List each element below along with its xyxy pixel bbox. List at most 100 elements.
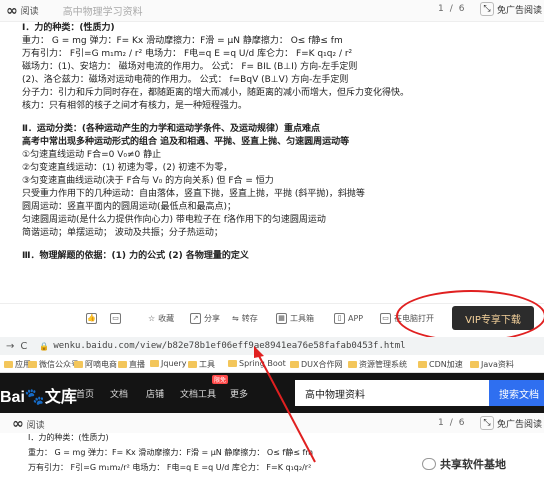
toolbox-icon: ▦ bbox=[276, 313, 287, 324]
watermark-text: 共享软件基地 bbox=[440, 458, 506, 471]
document-content: Ⅰ．力的种类：(性质力) 重力： G = mg 弹力：F= Kx 滑动摩擦力：F滑… bbox=[22, 22, 522, 263]
toolbox-label: 工具箱 bbox=[290, 314, 314, 323]
bookmark-label: 微信公众号 bbox=[39, 360, 79, 369]
doc-line: 核力：只有相邻的核子之间才有核力，是一种短程强力。 bbox=[22, 101, 248, 111]
open-on-pc-button[interactable]: ▭ 在电脑打开 bbox=[380, 313, 434, 324]
bookmark-item[interactable]: 微信公众号 bbox=[28, 359, 79, 370]
transfer-label: 转存 bbox=[241, 314, 258, 323]
folder-icon bbox=[418, 361, 427, 368]
folder-icon bbox=[470, 361, 479, 368]
transfer-button[interactable]: ⇋ 转存 bbox=[232, 313, 258, 324]
comment-button[interactable]: ▭ bbox=[110, 313, 121, 324]
reader-logo-2[interactable]: ∞ 阅读 bbox=[12, 416, 45, 432]
star-icon: ☆ bbox=[148, 314, 156, 323]
doc-line: ①匀速直线运动 F合=0 V₀≠0 静止 bbox=[22, 150, 162, 160]
bookmark-label: 阿嘀电商 bbox=[85, 360, 117, 369]
adfree-button-2[interactable]: ⤡ 免广告阅读 bbox=[480, 416, 542, 430]
url-field[interactable]: 🔒 wenku.baidu.com/view/b82e78b1ef06eff9a… bbox=[39, 339, 544, 353]
doc-line: 磁场力：(1)、安培力： 磁场对电流的作用力。 公式： F= BIL (B⊥I)… bbox=[22, 62, 358, 72]
doc-line: 万有引力： F引=G m₁m₂ / r² 电场力： F电=q E =q U/d … bbox=[22, 49, 353, 59]
search-button[interactable]: 搜索文档 bbox=[489, 380, 544, 406]
folder-icon bbox=[74, 361, 83, 368]
bookmark-label: 工具 bbox=[199, 360, 215, 369]
doc-line: 简谐运动；单摆运动； 波动及共振；分子热运动； bbox=[22, 228, 223, 238]
adfree-label: 免广告阅读 bbox=[497, 5, 543, 16]
vip-download-button[interactable]: VIP专享下载 bbox=[452, 306, 534, 330]
bookmarks-bar: 应用 微信公众号 阿嘀电商 直播 Jquery 工具 Spring Boot DUX合作网 资源… bbox=[0, 355, 544, 373]
bookmark-item[interactable]: Spring Boot bbox=[228, 359, 286, 368]
share-button[interactable]: ↗ 分享 bbox=[190, 313, 220, 324]
search-input[interactable]: 高中物理资料 bbox=[295, 380, 489, 406]
folder-icon bbox=[4, 361, 13, 368]
bookmark-item[interactable]: DUX合作网 bbox=[290, 359, 343, 370]
bookmark-label: Java资料 bbox=[481, 360, 514, 369]
toolbox-button[interactable]: ▦ 工具箱 bbox=[276, 313, 314, 324]
bookmark-item[interactable]: 应用 bbox=[4, 359, 31, 370]
bookmark-item[interactable]: Java资料 bbox=[470, 359, 514, 370]
doc-line: Ⅲ．物理解题的依据：(1) 力的公式 (2) 各物理量的定义 bbox=[22, 251, 249, 261]
bookmark-item[interactable]: 直播 bbox=[118, 359, 145, 370]
folder-icon bbox=[118, 361, 127, 368]
comment-icon: ▭ bbox=[110, 313, 121, 324]
doc-line: 只受重力作用下的几种运动：自由落体，竖直下抛，竖直上抛，平抛 (斜平抛)，斜抛等 bbox=[22, 189, 365, 199]
page-total: 6 bbox=[458, 4, 465, 14]
expand-icon: ⤡ bbox=[480, 416, 494, 430]
infinity-icon: ∞ bbox=[6, 2, 18, 19]
page-indicator-2: 1 / 6 bbox=[438, 418, 465, 428]
adfree-button[interactable]: ⤡ 免广告阅读 bbox=[480, 2, 542, 16]
share-label: 分享 bbox=[204, 314, 220, 323]
bookmark-label: CDN加速 bbox=[429, 360, 463, 369]
reader-label-2: 阅读 bbox=[26, 420, 45, 431]
back-arrow-icon[interactable]: → bbox=[6, 341, 14, 352]
open-on-pc-label: 在电脑打开 bbox=[394, 314, 434, 323]
adfree-label-2: 免广告阅读 bbox=[497, 419, 543, 430]
doc-line: 重力： G = mg 弹力：F= Kx 滑动摩擦力：F滑 = μN 静摩擦力： … bbox=[22, 36, 343, 46]
bookmark-item[interactable]: 阿嘀电商 bbox=[74, 359, 117, 370]
reload-icon[interactable]: C bbox=[20, 341, 27, 352]
page-sep-2: / bbox=[449, 418, 453, 428]
monitor-icon: ▭ bbox=[380, 313, 391, 324]
doc-preview-line: Ⅰ．力的种类：(性质力) bbox=[28, 433, 109, 442]
nav-link[interactable]: 文档工具 bbox=[180, 387, 216, 400]
bookmark-label: 直播 bbox=[129, 360, 145, 369]
folder-icon bbox=[28, 361, 37, 368]
logo-text: Bai bbox=[0, 389, 25, 406]
page-total-2: 6 bbox=[458, 418, 465, 428]
bookmark-item[interactable]: CDN加速 bbox=[418, 359, 463, 370]
wechat-icon bbox=[422, 458, 436, 470]
reader-label: 阅读 bbox=[20, 7, 39, 17]
nav-link[interactable]: 更多 bbox=[230, 387, 248, 400]
lock-icon: 🔒 bbox=[39, 341, 50, 351]
app-button[interactable]: ▯ APP bbox=[334, 313, 363, 324]
paw-icon: 🐾 bbox=[24, 389, 45, 406]
browser-address-bar: → C 🔒 wenku.baidu.com/view/b82e78b1ef06e… bbox=[0, 337, 544, 355]
collect-label: 收藏 bbox=[158, 314, 175, 323]
doc-line: (2)、洛仑兹力：磁场对运动电荷的作用力。 公式： f=BqV (B⊥V) 方向… bbox=[22, 75, 349, 85]
doc-line: Ⅱ．运动分类：(各种运动产生的力学和运动学条件、及运动规律）重点难点 bbox=[22, 124, 321, 134]
nav-link[interactable]: 文档 bbox=[110, 387, 128, 400]
doc-line: 圆周运动：竖直平面内的圆周运动(最低点和最高点)； bbox=[22, 202, 237, 212]
nav-link[interactable]: 店铺 bbox=[146, 387, 164, 400]
bookmark-label: Jquery bbox=[161, 359, 187, 368]
like-button[interactable]: 👍 bbox=[86, 313, 97, 324]
thumbs-up-icon: 👍 bbox=[86, 313, 97, 324]
share-icon: ↗ bbox=[190, 313, 201, 324]
bookmark-label: DUX合作网 bbox=[301, 360, 343, 369]
doc-line: 分子力：引力和斥力同时存在，都随距离的增大而减小，随距离的减小而增大，但斥力变化… bbox=[22, 88, 410, 98]
collect-button[interactable]: ☆ 收藏 bbox=[148, 313, 174, 324]
reader-logo[interactable]: ∞ 阅读 bbox=[6, 3, 39, 19]
bookmark-label: 资源管理系统 bbox=[359, 360, 407, 369]
folder-icon bbox=[348, 361, 357, 368]
page-current: 1 bbox=[438, 4, 444, 14]
folder-icon bbox=[188, 361, 197, 368]
nav-link[interactable]: 首页 bbox=[76, 387, 94, 400]
bookmark-item[interactable]: 工具 bbox=[188, 359, 215, 370]
phone-icon: ▯ bbox=[334, 313, 345, 324]
folder-icon bbox=[290, 361, 299, 368]
page-indicator: 1 / 6 bbox=[438, 4, 465, 14]
baidu-nav-bar: Bai🐾文库 首页 文档 店铺 文档工具 更多 限免 高中物理资料 搜索文档 bbox=[0, 373, 544, 413]
page-current-2: 1 bbox=[438, 418, 444, 428]
baidu-wenku-logo[interactable]: Bai🐾文库 bbox=[0, 383, 77, 407]
bookmark-item[interactable]: 资源管理系统 bbox=[348, 359, 407, 370]
bookmark-item[interactable]: Jquery bbox=[150, 359, 186, 368]
